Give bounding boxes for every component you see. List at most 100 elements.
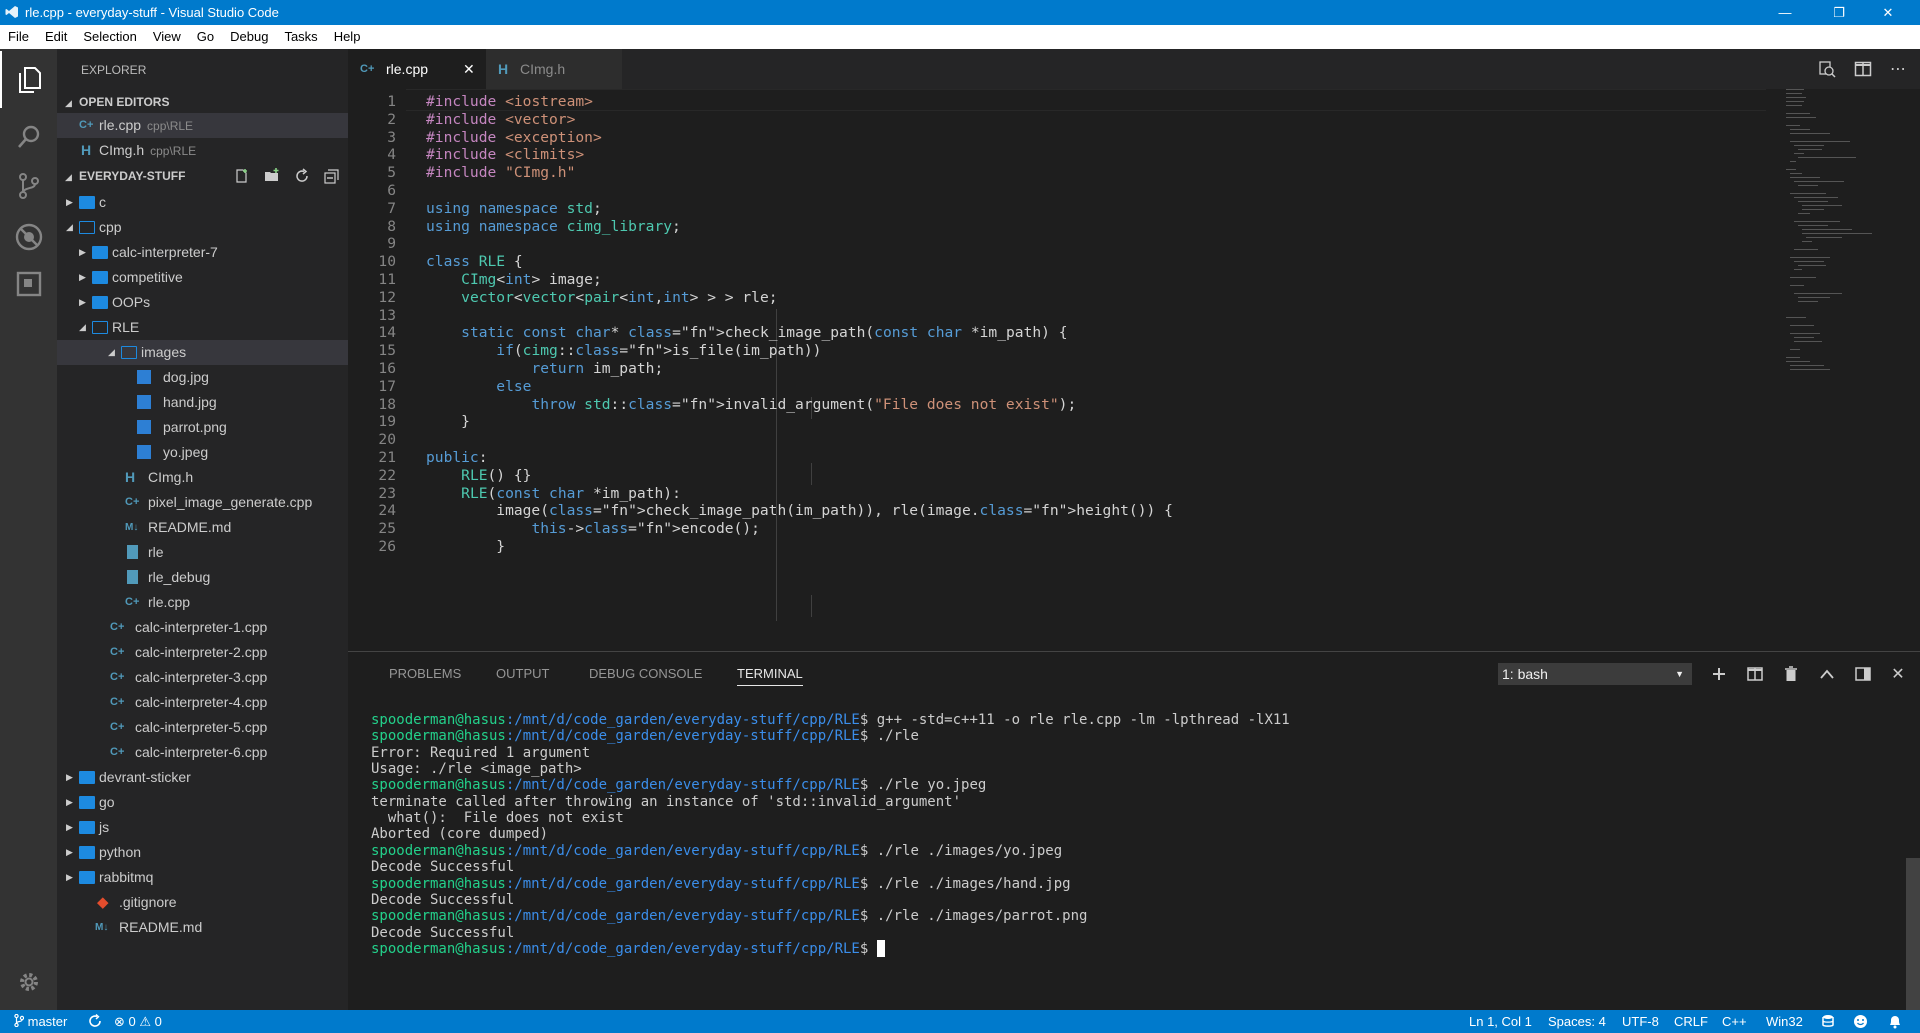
- tree-file-dog-jpg[interactable]: dog.jpg: [57, 365, 348, 390]
- close-window-icon[interactable]: ✕: [1865, 0, 1911, 25]
- cpp-file-icon: C+: [110, 696, 125, 708]
- tree-file-calc-interpreter-5[interactable]: C+ calc-interpreter-5.cpp: [57, 715, 348, 740]
- tree-file-readme-rle[interactable]: M↓ README.md: [57, 515, 348, 540]
- cpp-file-icon: C+: [110, 646, 125, 658]
- tree-folder-rle[interactable]: ◢ RLE: [57, 315, 348, 340]
- split-editor-icon[interactable]: [1854, 60, 1872, 78]
- new-folder-icon[interactable]: [264, 168, 280, 184]
- tree-folder-images[interactable]: ◢ images: [57, 340, 348, 365]
- open-changes-icon[interactable]: [1818, 60, 1836, 78]
- prompt-path: :/mnt/d/code_garden/everyday-stuff/cpp/R…: [505, 940, 860, 957]
- explorer-sidebar: EXPLORER ◢ OPEN EDITORS C+ rle.cpp cpp\RLE…: [57, 49, 348, 1010]
- terminal-text: $ ./rle ./images/parrot.png: [859, 908, 1088, 925]
- source-control-icon[interactable]: [0, 157, 57, 214]
- tree-file-pixel-image-generate[interactable]: C+ pixel_image_generate.cpp: [57, 490, 348, 515]
- language-mode[interactable]: C++: [1722, 1010, 1747, 1033]
- minimize-icon[interactable]: —: [1762, 0, 1808, 25]
- toggle-panel-position-icon[interactable]: [1852, 663, 1874, 685]
- new-file-icon[interactable]: [234, 168, 250, 184]
- code-editor[interactable]: 1 #include <iostream> 2 #include <vector> 3 #…: [348, 89, 1920, 651]
- tree-file-hand-jpg[interactable]: hand.jpg: [57, 390, 348, 415]
- tree-file-readme-root[interactable]: M↓ README.md: [57, 915, 348, 940]
- tree-file-yo-jpeg[interactable]: yo.jpeg: [57, 440, 348, 465]
- minimap[interactable]: [1778, 89, 1898, 651]
- tree-file-gitignore[interactable]: ◆ .gitignore: [57, 890, 348, 915]
- chevron-down-icon: ▼: [1675, 669, 1684, 679]
- tree-folder-python[interactable]: ▶ python: [57, 840, 348, 865]
- database-icon[interactable]: [1822, 1010, 1834, 1033]
- tree-file-calc-interpreter-1[interactable]: C+ calc-interpreter-1.cpp: [57, 615, 348, 640]
- close-tab-icon[interactable]: ✕: [463, 49, 475, 89]
- platform-status[interactable]: Win32: [1766, 1010, 1803, 1033]
- cpp-file-icon: C+: [360, 63, 375, 75]
- tree-folder-c[interactable]: ▶ c: [57, 190, 348, 215]
- menu-file[interactable]: File: [0, 25, 37, 49]
- prompt-path: :/mnt/d/code_garden/everyday-stuff/cpp/R…: [505, 908, 860, 925]
- open-editor-item[interactable]: C+ rle.cpp cpp\RLE: [57, 113, 348, 138]
- open-editor-item[interactable]: H CImg.h cpp\RLE: [57, 138, 348, 163]
- tree-folder-rabbitmq[interactable]: ▶ rabbitmq: [57, 865, 348, 890]
- tree-file-parrot-png[interactable]: parrot.png: [57, 415, 348, 440]
- menu-tasks[interactable]: Tasks: [276, 25, 325, 49]
- menu-debug[interactable]: Debug: [222, 25, 276, 49]
- branch-status[interactable]: master: [14, 1010, 67, 1033]
- feedback-smiley-icon[interactable]: [1853, 1010, 1868, 1033]
- menu-go[interactable]: Go: [189, 25, 222, 49]
- tree-folder-js[interactable]: ▶ js: [57, 815, 348, 840]
- sync-icon[interactable]: [88, 1010, 102, 1033]
- refresh-icon[interactable]: [294, 168, 310, 184]
- tab-terminal[interactable]: TERMINAL: [737, 652, 803, 696]
- tab-problems[interactable]: PROBLEMS: [389, 652, 461, 696]
- settings-gear-icon[interactable]: [0, 953, 57, 1010]
- tab-debug-console[interactable]: DEBUG CONSOLE: [589, 652, 702, 696]
- extensions-icon[interactable]: [0, 255, 57, 312]
- terminal-scrollbar[interactable]: [1906, 858, 1920, 1010]
- problems-status[interactable]: ⊗ 0 ⚠ 0: [114, 1010, 162, 1033]
- tree-file-calc-interpreter-3[interactable]: C+ calc-interpreter-3.cpp: [57, 665, 348, 690]
- kill-terminal-icon[interactable]: [1780, 663, 1802, 685]
- tree-file-rle-cpp[interactable]: C+ rle.cpp: [57, 590, 348, 615]
- tab-cimg-h[interactable]: H CImg.h: [486, 49, 622, 89]
- tree-folder-competitive[interactable]: ▶ competitive: [57, 265, 348, 290]
- menu-help[interactable]: Help: [326, 25, 369, 49]
- workspace-header[interactable]: ◢ EVERYDAY-STUFF: [57, 165, 348, 187]
- maximize-panel-icon[interactable]: [1816, 663, 1838, 685]
- tree-file-calc-interpreter-2[interactable]: C+ calc-interpreter-2.cpp: [57, 640, 348, 665]
- tab-rle-cpp[interactable]: C+ rle.cpp ✕: [348, 49, 486, 89]
- restore-icon[interactable]: ❐: [1816, 0, 1862, 25]
- eol-status[interactable]: CRLF: [1674, 1010, 1708, 1033]
- more-actions-icon[interactable]: ⋯: [1890, 59, 1906, 79]
- cpp-file-icon: C+: [125, 496, 140, 508]
- collapse-all-icon[interactable]: [324, 168, 340, 184]
- tree-folder-oops[interactable]: ▶ OOPs: [57, 290, 348, 315]
- menu-view[interactable]: View: [145, 25, 189, 49]
- indentation-status[interactable]: Spaces: 4: [1548, 1010, 1606, 1033]
- tree-file-rle[interactable]: rle: [57, 540, 348, 565]
- tab-output[interactable]: OUTPUT: [496, 652, 549, 696]
- header-file-icon: H: [81, 142, 92, 158]
- encoding-status[interactable]: UTF-8: [1622, 1010, 1659, 1033]
- tree-folder-calc-interpreter-7[interactable]: ▶ calc-interpreter-7: [57, 240, 348, 265]
- tree-folder-devrant-sticker[interactable]: ▶ devrant-sticker: [57, 765, 348, 790]
- notifications-bell-icon[interactable]: [1888, 1010, 1902, 1033]
- open-editors-header[interactable]: ◢ OPEN EDITORS: [57, 91, 348, 113]
- terminal-select[interactable]: 1: bash ▼: [1498, 663, 1692, 685]
- folder-icon: [79, 871, 95, 884]
- tree-file-calc-interpreter-4[interactable]: C+ calc-interpreter-4.cpp: [57, 690, 348, 715]
- folder-open-icon: [121, 346, 137, 359]
- vscode-logo-icon: [5, 6, 18, 18]
- cursor-position[interactable]: Ln 1, Col 1: [1469, 1010, 1532, 1033]
- tree-file-rle-debug[interactable]: rle_debug: [57, 565, 348, 590]
- cpp-file-icon: C+: [110, 746, 125, 758]
- menu-edit[interactable]: Edit: [37, 25, 75, 49]
- new-terminal-icon[interactable]: [1708, 663, 1730, 685]
- tree-file-cimg-h[interactable]: H CImg.h: [57, 465, 348, 490]
- explorer-icon[interactable]: [0, 51, 57, 108]
- tree-file-calc-interpreter-6[interactable]: C+ calc-interpreter-6.cpp: [57, 740, 348, 765]
- tree-folder-cpp[interactable]: ◢ cpp: [57, 215, 348, 240]
- close-panel-icon[interactable]: ✕: [1887, 663, 1909, 685]
- split-terminal-icon[interactable]: [1744, 663, 1766, 685]
- prompt-path: :/mnt/d/code_garden/everyday-stuff/cpp/R…: [505, 842, 860, 859]
- tree-folder-go[interactable]: ▶ go: [57, 790, 348, 815]
- menu-selection[interactable]: Selection: [75, 25, 144, 49]
